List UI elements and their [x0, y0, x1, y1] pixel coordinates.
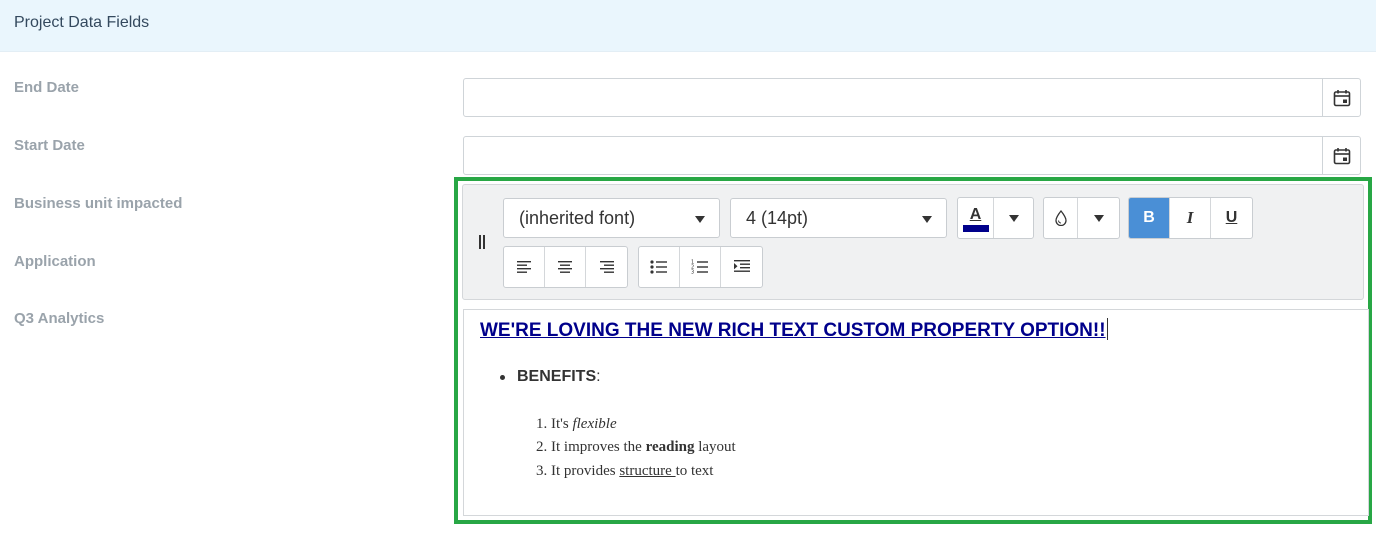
background-color-button[interactable] [1044, 198, 1078, 238]
bullet-bold-text: BENEFITS [517, 368, 597, 385]
align-right-icon [599, 261, 614, 273]
chevron-down-icon [695, 216, 705, 223]
italic-button[interactable]: I [1170, 198, 1211, 238]
chevron-down-icon [1093, 214, 1104, 222]
panel-title: Project Data Fields [14, 14, 150, 31]
start-date-calendar-button[interactable] [1322, 137, 1360, 174]
background-color-dropdown[interactable] [1078, 198, 1119, 238]
font-family-select[interactable]: (inherited font) [503, 198, 720, 238]
text-color-swatch [962, 224, 989, 232]
calendar-icon [1333, 147, 1350, 164]
field-label-start-date: Start Date [14, 137, 85, 154]
text-style-group: B I U [1128, 197, 1253, 239]
field-label-application: Application [14, 253, 96, 270]
bullet-icon [500, 375, 505, 380]
text-color-button[interactable]: A [958, 198, 994, 238]
align-center-button[interactable] [545, 247, 586, 287]
start-date-input[interactable] [463, 136, 1361, 175]
text-color-picker[interactable]: A [957, 197, 1034, 239]
field-label-q3-analytics: Q3 Analytics [14, 310, 105, 327]
list-item: 2. It improves the reading layout [536, 439, 736, 455]
editor-headline: WE'RE LOVING THE NEW RICH TEXT CUSTOM PR… [480, 318, 1108, 341]
background-color-picker[interactable] [1043, 197, 1120, 239]
list-item: 3. It provides structure to text [536, 463, 714, 479]
bulleted-list-icon [650, 260, 667, 274]
rich-text-toolbar: (inherited font) 4 (14pt) A B I U 1 2 3 [462, 184, 1364, 300]
panel-header: Project Data Fields [0, 0, 1376, 52]
align-right-button[interactable] [586, 247, 627, 287]
indent-button[interactable] [721, 247, 762, 287]
font-family-value: (inherited font) [519, 208, 636, 228]
align-left-button[interactable] [504, 247, 545, 287]
end-date-input[interactable] [463, 78, 1361, 117]
svg-text:3: 3 [691, 270, 694, 276]
font-size-value: 4 (14pt) [746, 208, 809, 228]
bulleted-list-button[interactable] [639, 247, 680, 287]
align-left-icon [517, 261, 531, 273]
rich-text-editor[interactable]: WE'RE LOVING THE NEW RICH TEXT CUSTOM PR… [463, 309, 1369, 516]
droplet-icon [1054, 210, 1067, 226]
list-item: 1. It's flexible [536, 416, 617, 432]
field-label-business-unit: Business unit impacted [14, 195, 183, 212]
alignment-group [503, 246, 628, 288]
bullet-rest-text: : [596, 368, 601, 385]
text-color-letter: A [969, 205, 982, 223]
indent-icon [733, 260, 750, 272]
font-size-select[interactable]: 4 (14pt) [730, 198, 947, 238]
numbered-list-button[interactable]: 1 2 3 [680, 247, 721, 287]
field-label-end-date: End Date [14, 79, 80, 96]
drag-handle-icon[interactable] [479, 235, 487, 249]
list-group: 1 2 3 [638, 246, 763, 288]
text-color-dropdown[interactable] [994, 198, 1033, 238]
underline-button[interactable]: U [1211, 198, 1252, 238]
align-center-icon [558, 261, 572, 273]
text-cursor [1106, 318, 1108, 340]
end-date-calendar-button[interactable] [1322, 79, 1360, 116]
calendar-icon [1333, 89, 1350, 106]
chevron-down-icon [1008, 214, 1019, 222]
numbered-list-icon: 1 2 3 [691, 260, 708, 276]
bold-button[interactable]: B [1129, 198, 1170, 238]
chevron-down-icon [922, 216, 932, 223]
